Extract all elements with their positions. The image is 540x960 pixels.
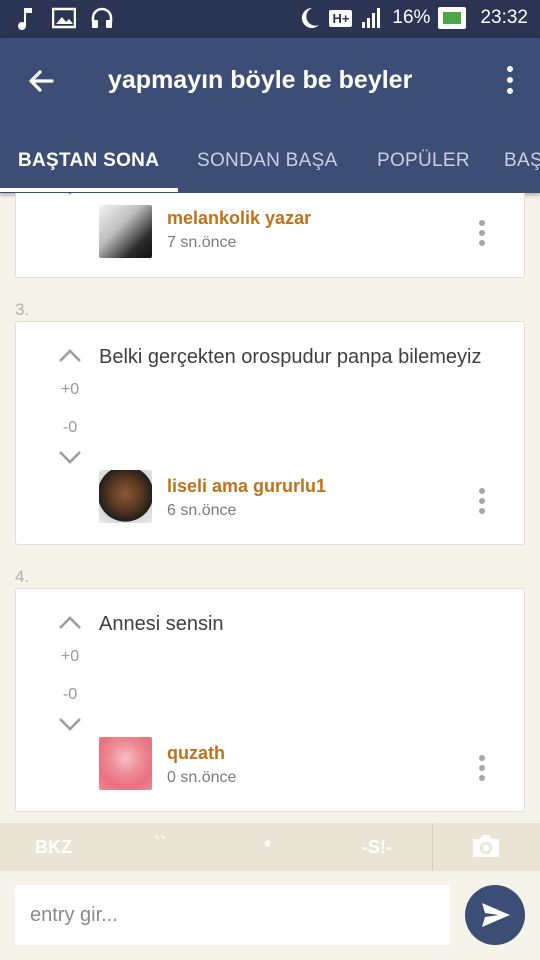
divider (432, 823, 433, 871)
entry-card: +0 -0 Belki gerçekten orospudur panpa bi… (15, 321, 525, 545)
entry-text: Annesi sensin (99, 613, 224, 635)
camera-icon[interactable] (470, 833, 502, 859)
entry-number: 3. (15, 300, 30, 319)
upvote-button[interactable] (40, 615, 100, 636)
bkz-button[interactable]: BKZ (35, 837, 72, 858)
downvote-count: -0 (62, 419, 78, 436)
downvote-count: -0 (62, 686, 78, 703)
tab-bastan-sona[interactable]: BAŞTAN SONA (18, 150, 159, 172)
tab-partial[interactable]: BAŞ (504, 150, 540, 172)
avatar[interactable] (99, 737, 152, 790)
send-icon (482, 903, 510, 927)
vote-column: +0 -0 (40, 348, 100, 470)
clock: 23:32 (480, 7, 528, 28)
entry-time: 0 sn.önce (167, 769, 237, 786)
tab-sondan-basa[interactable]: SONDAN BAŞA (197, 150, 338, 172)
author-name[interactable]: quzath (167, 743, 225, 764)
send-button[interactable] (465, 885, 525, 945)
entry-input[interactable] (15, 885, 450, 945)
back-arrow-icon[interactable] (24, 64, 58, 98)
signal-icon (360, 6, 384, 30)
page-title: yapmayın böyle be beyler (108, 66, 413, 94)
entry-number: 4. (15, 567, 30, 586)
vote-column: +0 -0 (40, 615, 100, 737)
headphones-icon (90, 6, 114, 30)
entry-list[interactable]: melankolik yazar 7 sn.önce 3. +0 -0 Belk… (0, 193, 540, 823)
entry-text: Belki gerçekten orospudur panpa bilemeyi… (99, 346, 482, 368)
author-name[interactable]: liseli ama gururlu1 (167, 476, 326, 497)
overflow-menu-icon[interactable] (506, 66, 514, 96)
entry-card: melankolik yazar 7 sn.önce (15, 193, 525, 278)
downvote-button[interactable] (40, 193, 100, 201)
tab-indicator (0, 188, 178, 192)
app-bar: yapmayın böyle be beyler BAŞTAN SONA SON… (0, 38, 540, 193)
image-icon (52, 6, 76, 30)
entry-menu-icon[interactable] (479, 488, 487, 518)
tab-bar: BAŞTAN SONA SONDAN BAŞA POPÜLER BAŞ (0, 144, 540, 192)
avatar[interactable] (99, 205, 152, 258)
composer (0, 871, 540, 960)
battery-percent: 16% (392, 7, 431, 28)
author-name[interactable]: melankolik yazar (167, 208, 311, 229)
avatar[interactable] (99, 470, 152, 523)
star-button[interactable]: * (264, 837, 271, 858)
entry-menu-icon[interactable] (479, 220, 487, 250)
format-shortcut-bar: BKZ `` * -S!- (0, 823, 540, 871)
tab-populer[interactable]: POPÜLER (377, 150, 470, 172)
downvote-button[interactable] (40, 449, 100, 470)
battery-icon (438, 7, 467, 29)
upvote-count: +0 (60, 648, 80, 665)
entry-time: 6 sn.önce (167, 502, 237, 519)
downvote-button[interactable] (40, 716, 100, 737)
upvote-button[interactable] (40, 348, 100, 369)
moon-icon (297, 6, 321, 30)
entry-time: 7 sn.önce (167, 234, 237, 251)
music-note-icon (14, 6, 38, 30)
network-type: H+ (329, 9, 353, 27)
upvote-count: +0 (60, 381, 80, 398)
spoiler-button[interactable]: -S!- (362, 837, 392, 858)
entry-card: +0 -0 Annesi sensin quzath 0 sn.önce (15, 588, 525, 812)
status-bar: H+ 16% 23:32 (0, 0, 540, 38)
backtick-button[interactable]: `` (154, 833, 166, 854)
entry-menu-icon[interactable] (479, 755, 487, 785)
